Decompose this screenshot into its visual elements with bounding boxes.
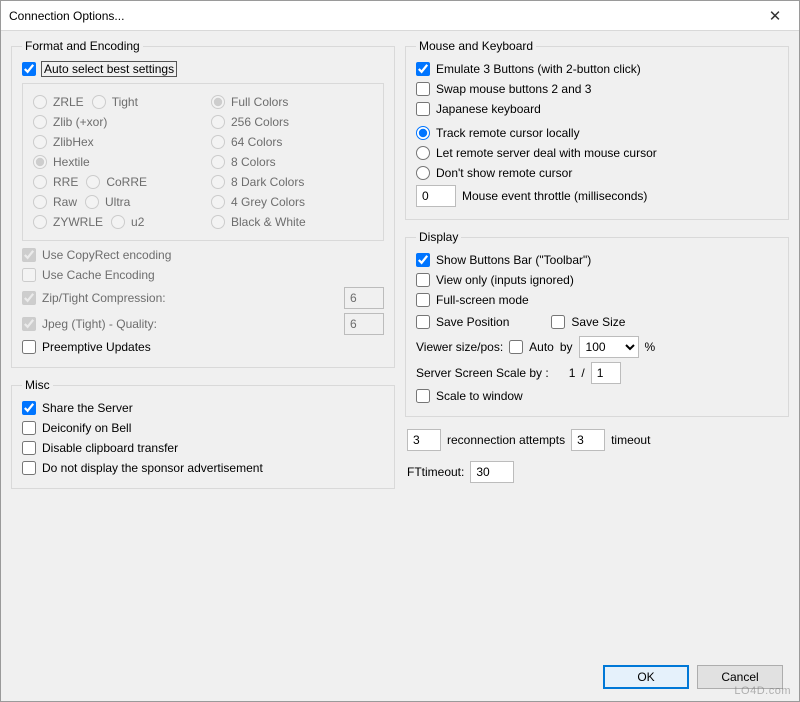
timeout-input[interactable] [571,429,605,451]
ziptight-checkbox: Zip/Tight Compression: [22,288,338,308]
codec-column: ZRLE Tight Zlib (+xor) ZlibHex Hextile R… [33,92,193,232]
sponsor-checkbox[interactable]: Do not display the sponsor advertisement [22,458,384,478]
savepos-checkbox[interactable]: Save Position [416,312,509,332]
window-title: Connection Options... [9,9,753,23]
left-column: Format and Encoding Auto select best set… [11,35,395,691]
scale-select[interactable]: 100 [579,336,639,358]
auto-select-label: Auto select best settings [42,62,176,76]
titlebar: Connection Options... ✕ [1,1,799,31]
server-scale-den-input[interactable] [591,362,621,384]
cursor-dont-show[interactable]: Don't show remote cursor [416,163,778,183]
jpeg-checkbox: Jpeg (Tight) - Quality: [22,314,338,334]
legend-format: Format and Encoding [22,39,143,53]
jpeg-value [344,313,384,335]
footer: OK Cancel [603,665,783,689]
codec-hextile: Hextile [33,152,193,172]
codec-u2: u2 [111,212,144,232]
swap-checkbox[interactable]: Swap mouse buttons 2 and 3 [416,79,778,99]
right-column: Mouse and Keyboard Emulate 3 Buttons (wi… [405,35,789,691]
group-mouse: Mouse and Keyboard Emulate 3 Buttons (wi… [405,39,789,220]
deiconify-checkbox[interactable]: Deiconify on Bell [22,418,384,438]
ziptight-value [344,287,384,309]
codec-zlibhex: ZlibHex [33,132,193,152]
legend-misc: Misc [22,378,53,392]
copyrect-checkbox: Use CopyRect encoding [22,245,384,265]
reconnect-row: reconnection attempts timeout [405,423,789,457]
codec-zlibxor: Zlib (+xor) [33,112,193,132]
fttimeout-input[interactable] [470,461,514,483]
codec-rre: RRE [33,172,78,192]
server-scale-num: 1 [569,366,576,380]
scale-window-checkbox[interactable]: Scale to window [416,386,778,406]
color-column: Full Colors 256 Colors 64 Colors 8 Color… [211,92,306,232]
fullscreen-checkbox[interactable]: Full-screen mode [416,290,778,310]
color-256: 256 Colors [211,112,306,132]
group-misc: Misc Share the Server Deiconify on Bell … [11,378,395,489]
color-8dark: 8 Dark Colors [211,172,306,192]
window: Connection Options... ✕ Format and Encod… [0,0,800,702]
legend-mouse: Mouse and Keyboard [416,39,536,53]
jpeg-row: Jpeg (Tight) - Quality: [22,311,384,337]
content: Format and Encoding Auto select best set… [1,31,799,701]
codec-tight: Tight [92,92,138,112]
group-display: Display Show Buttons Bar ("Toolbar") Vie… [405,230,789,417]
share-checkbox[interactable]: Share the Server [22,398,384,418]
throttle-input[interactable] [416,185,456,207]
ziptight-row: Zip/Tight Compression: [22,285,384,311]
legend-display: Display [416,230,461,244]
percent-label: % [645,340,656,354]
timeout-label: timeout [611,433,650,447]
codec-ultra: Ultra [85,192,130,212]
attempts-label: reconnection attempts [447,433,565,447]
color-64: 64 Colors [211,132,306,152]
auto-select-checkbox[interactable]: Auto select best settings [22,59,384,79]
color-8: 8 Colors [211,152,306,172]
viewer-size-row: Viewer size/pos: Auto by 100 % [416,334,778,360]
codec-panel: ZRLE Tight Zlib (+xor) ZlibHex Hextile R… [22,83,384,241]
viewonly-checkbox[interactable]: View only (inputs ignored) [416,270,778,290]
color-full: Full Colors [211,92,306,112]
savesize-checkbox[interactable]: Save Size [551,312,625,332]
server-scale-label: Server Screen Scale by : [416,366,549,380]
throttle-label: Mouse event throttle (milliseconds) [462,189,647,203]
close-icon[interactable]: ✕ [753,2,797,30]
by-label: by [560,340,573,354]
save-row: Save Position Save Size [416,310,778,334]
emulate3-checkbox[interactable]: Emulate 3 Buttons (with 2-button click) [416,59,778,79]
group-format: Format and Encoding Auto select best set… [11,39,395,368]
server-scale-row: Server Screen Scale by : 1 / [416,360,778,386]
fttimeout-label: FTtimeout: [407,465,464,479]
jpkb-checkbox[interactable]: Japanese keyboard [416,99,778,119]
codec-zrle: ZRLE [33,92,84,112]
cursor-let-remote[interactable]: Let remote server deal with mouse cursor [416,143,778,163]
codec-corre: CoRRE [86,172,147,192]
auto-size-checkbox[interactable]: Auto [509,337,554,357]
toolbar-checkbox[interactable]: Show Buttons Bar ("Toolbar") [416,250,778,270]
codec-raw: Raw [33,192,77,212]
slash-label: / [581,366,584,380]
codec-zywrle: ZYWRLE [33,212,103,232]
preemptive-checkbox[interactable]: Preemptive Updates [22,337,384,357]
cache-checkbox: Use Cache Encoding [22,265,384,285]
fttimeout-row: FTtimeout: [405,457,789,487]
cancel-button[interactable]: Cancel [697,665,783,689]
auto-select-input[interactable] [22,62,36,76]
attempts-input[interactable] [407,429,441,451]
viewer-size-label: Viewer size/pos: [416,340,503,354]
cursor-track-local[interactable]: Track remote cursor locally [416,123,778,143]
color-bw: Black & White [211,212,306,232]
throttle-row: Mouse event throttle (milliseconds) [416,183,778,209]
clipboard-checkbox[interactable]: Disable clipboard transfer [22,438,384,458]
ok-button[interactable]: OK [603,665,689,689]
color-4grey: 4 Grey Colors [211,192,306,212]
